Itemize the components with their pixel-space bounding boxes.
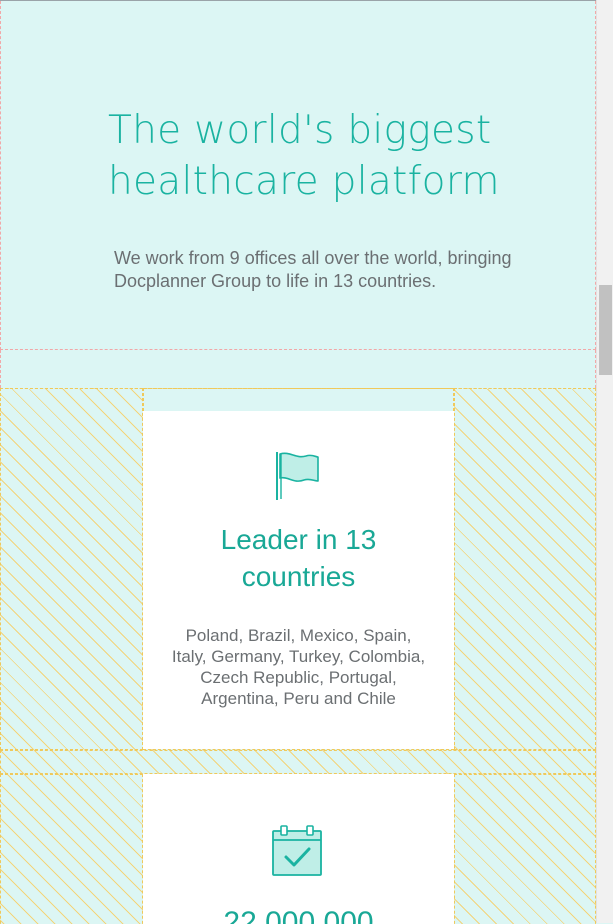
stat-number: 22 000 000 xyxy=(223,906,374,924)
hero-section: The world's biggest healthcare platform … xyxy=(0,1,596,350)
column-guide-right-2 xyxy=(454,774,596,924)
hero-subtitle-line-2: Docplanner Group to life in 13 countries… xyxy=(114,271,437,291)
scrollbar-thumb[interactable] xyxy=(599,285,612,375)
stat-card-appointments: 22 000 000 xyxy=(143,774,454,924)
card-title: Leader in 13 countries xyxy=(143,521,454,595)
country-line-4: Argentina, Peru and Chile xyxy=(201,689,396,708)
hero-subtitle: We work from 9 offices all over the worl… xyxy=(114,247,554,293)
country-line-2: Italy, Germany, Turkey, Colombia, xyxy=(171,647,426,666)
hero-title: The world's biggest healthcare platform xyxy=(108,105,548,207)
page-viewport: The world's biggest healthcare platform … xyxy=(0,0,596,924)
flag-icon xyxy=(274,451,320,501)
page-scrollbar[interactable] xyxy=(596,0,613,923)
card-title-line-2: countries xyxy=(241,561,356,592)
card-title-line-1: Leader in 13 xyxy=(220,524,377,555)
row-guide xyxy=(0,750,596,774)
calendar-check-icon xyxy=(271,825,323,877)
hero-title-line-2: healthcare platform xyxy=(108,159,500,204)
column-guide-left-2 xyxy=(0,774,143,924)
column-guide-left xyxy=(0,388,143,750)
column-guide-right xyxy=(454,388,596,750)
stat-card-countries: Leader in 13 countries Poland, Brazil, M… xyxy=(143,411,454,749)
card-countries-list: Poland, Brazil, Mexico, Spain, Italy, Ge… xyxy=(143,625,454,709)
country-line-1: Poland, Brazil, Mexico, Spain, xyxy=(185,626,412,645)
country-line-3: Czech Republic, Portugal, xyxy=(200,668,397,687)
hero-subtitle-line-1: We work from 9 offices all over the worl… xyxy=(114,248,512,268)
hero-title-line-1: The world's biggest xyxy=(108,108,492,153)
section-spacer xyxy=(0,350,596,388)
